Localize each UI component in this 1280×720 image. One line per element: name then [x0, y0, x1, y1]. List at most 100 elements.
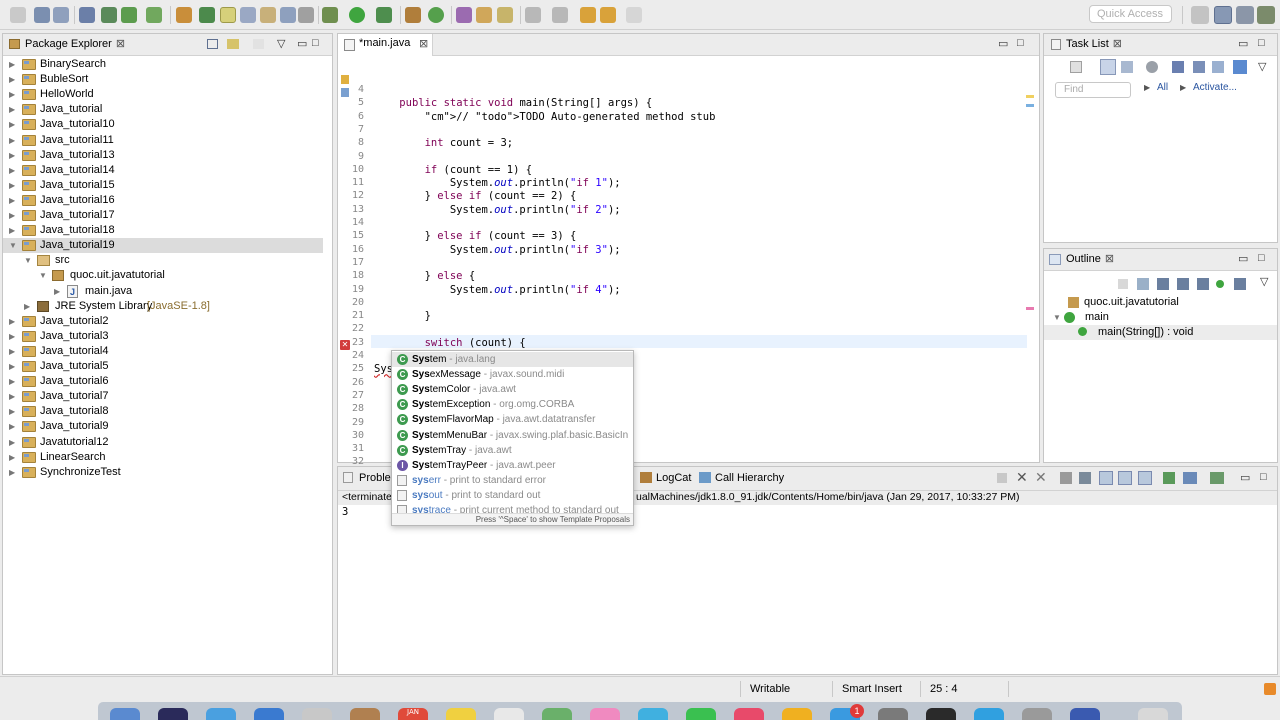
tree-item[interactable]: ▶ BinarySearch — [3, 57, 323, 72]
proposal-item[interactable]: C SystemFlavorMap - java.awt.datatransfer — [392, 412, 633, 427]
block-select-icon[interactable] — [240, 7, 256, 23]
code-line[interactable]: } else if (count == 3) { — [374, 230, 577, 242]
insert-mode-status[interactable]: Smart Insert — [842, 683, 902, 695]
tree-item[interactable]: ▶ Java_tutorial17 — [3, 208, 323, 223]
tree-item[interactable]: ▶ Java_tutorial18 — [3, 223, 323, 238]
finder-icon[interactable] — [110, 708, 140, 720]
save-all-icon[interactable] — [53, 7, 69, 23]
tree-item[interactable]: ▶ Javatutorial12 — [3, 435, 323, 450]
system-preferences-icon[interactable] — [878, 708, 908, 720]
messages-icon[interactable] — [638, 708, 668, 720]
chevron-right-icon[interactable]: ▶ — [9, 208, 19, 223]
chevron-right-icon[interactable]: ▶ — [9, 87, 19, 102]
photos-icon[interactable] — [590, 708, 620, 720]
scheduled-icon[interactable] — [1121, 61, 1133, 73]
tab-call-hierarchy[interactable]: Call Hierarchy — [715, 472, 784, 484]
code-line[interactable]: System.out.println("if 4"); — [374, 284, 621, 296]
proposal-item[interactable]: C SystemMenuBar - javax.swing.plaf.basic.… — [392, 428, 633, 443]
chevron-right-icon[interactable]: ▶ — [9, 314, 19, 329]
chevron-right-icon[interactable]: ▶ — [9, 329, 19, 344]
ibooks-icon[interactable] — [782, 708, 812, 720]
clear-console-icon[interactable] — [1060, 472, 1072, 484]
outline-item[interactable]: ▼ main — [1044, 310, 1277, 325]
tree-item[interactable]: ▶ BubleSort — [3, 72, 323, 87]
run-icon[interactable] — [349, 7, 365, 23]
activate-link[interactable]: Activate... — [1193, 82, 1237, 93]
reminders-icon[interactable] — [494, 708, 524, 720]
proposal-item[interactable]: sysout - print to standard out — [392, 488, 633, 503]
pilcrow-icon[interactable] — [298, 7, 314, 23]
categorized-icon[interactable] — [1100, 59, 1116, 75]
focus-icon[interactable] — [253, 39, 264, 49]
chevron-right-icon[interactable]: ▶ — [9, 133, 19, 148]
tree-item[interactable]: ▶ Java_tutorial — [3, 102, 323, 117]
code-line[interactable]: "cm">// "todo">TODO Auto-generated metho… — [374, 111, 716, 123]
code-line[interactable]: } else { — [374, 270, 476, 282]
chevron-right-icon[interactable]: ▶ — [9, 117, 19, 132]
chevron-right-icon[interactable]: ▶ — [9, 102, 19, 117]
close-icon[interactable]: ⊠ — [1113, 38, 1122, 50]
task-icon[interactable] — [146, 7, 162, 23]
safari-icon[interactable] — [206, 708, 236, 720]
tree-item[interactable]: ▶ Java_tutorial3 — [3, 329, 323, 344]
remove-launch-icon[interactable]: ✕ — [1016, 470, 1028, 486]
view-menu-icon[interactable]: ▽ — [277, 37, 285, 50]
chevron-right-icon[interactable]: ▶ — [9, 193, 19, 208]
proposal-item[interactable]: C System - java.lang — [392, 352, 633, 367]
focus-workweek-icon[interactable] — [1193, 61, 1205, 73]
maximize-icon[interactable]: □ — [1260, 471, 1267, 483]
proposal-item[interactable]: syserr - print to standard error — [392, 473, 633, 488]
close-icon[interactable]: ⊠ — [419, 37, 428, 50]
chevron-down-icon[interactable]: ▼ — [39, 268, 49, 283]
debug-icon[interactable] — [322, 7, 338, 23]
previous-annotation-icon[interactable] — [552, 7, 568, 23]
tree-item[interactable]: ▼ quoc.uit.javatutorial — [3, 268, 323, 283]
chevron-right-icon[interactable]: ▶ — [9, 344, 19, 359]
overview-marker[interactable] — [1026, 104, 1034, 107]
chevron-right-icon[interactable]: ▶ — [9, 450, 19, 465]
chevron-right-icon[interactable]: ▶ — [9, 435, 19, 450]
scroll-lock-icon[interactable] — [1079, 472, 1091, 484]
sort-icon[interactable] — [1137, 278, 1149, 290]
hide-completed-icon[interactable] — [1172, 61, 1184, 73]
rss-icon[interactable] — [1264, 683, 1276, 695]
word-wrap-icon[interactable] — [280, 7, 296, 23]
tree-item[interactable]: ▶ Java_tutorial4 — [3, 344, 323, 359]
link-editor-icon[interactable] — [1234, 278, 1246, 290]
close-icon[interactable]: ⊠ — [1105, 253, 1114, 265]
task-find-input[interactable]: Find — [1055, 82, 1131, 98]
last-edit-icon[interactable] — [580, 7, 596, 23]
proposal-item[interactable]: I SystemTrayPeer - java.awt.peer — [392, 458, 633, 473]
chevron-right-icon[interactable]: ▶ — [9, 148, 19, 163]
collapse-all-icon[interactable] — [1118, 279, 1128, 289]
chevron-right-icon[interactable]: ▶ — [9, 163, 19, 178]
next-annotation-icon[interactable] — [525, 7, 541, 23]
outline-tab[interactable]: Outline ⊠ — [1066, 252, 1114, 265]
pin-console-icon[interactable] — [1163, 472, 1175, 484]
minimize-icon[interactable]: ▭ — [1238, 252, 1248, 265]
overview-marker[interactable] — [1026, 95, 1034, 98]
code-line[interactable]: System.out.println("if 2"); — [374, 204, 621, 216]
facetime-icon[interactable] — [686, 708, 716, 720]
chevron-right-icon[interactable]: ▶ — [9, 359, 19, 374]
minimize-icon[interactable]: ▭ — [297, 37, 307, 50]
notes-icon[interactable] — [350, 708, 380, 720]
maps-icon[interactable] — [542, 708, 572, 720]
forward-icon[interactable] — [626, 7, 642, 23]
code-line[interactable]: int count = 3; — [374, 137, 514, 149]
tree-item[interactable]: ▶ LinearSearch — [3, 450, 323, 465]
eclipse-icon[interactable] — [926, 708, 956, 720]
chevron-down-icon[interactable]: ▼ — [1053, 310, 1063, 325]
new-class-icon[interactable] — [428, 7, 444, 23]
collapse-all-icon[interactable] — [207, 39, 218, 49]
code-line[interactable]: if (count == 1) { — [374, 164, 532, 176]
code-line[interactable]: switch (count) { — [374, 337, 526, 349]
overview-marker[interactable] — [1026, 307, 1034, 310]
package-explorer-tab[interactable]: Package Explorer ⊠ — [25, 37, 125, 50]
hide-fields-icon[interactable] — [1157, 278, 1169, 290]
chevron-right-icon[interactable]: ▶ — [9, 404, 19, 419]
console-output[interactable]: 3 — [342, 506, 348, 518]
search-icon[interactable] — [497, 7, 513, 23]
code-line[interactable]: public static void main(String[] args) { — [374, 97, 652, 109]
hide-local-types-icon[interactable] — [1216, 280, 1224, 288]
